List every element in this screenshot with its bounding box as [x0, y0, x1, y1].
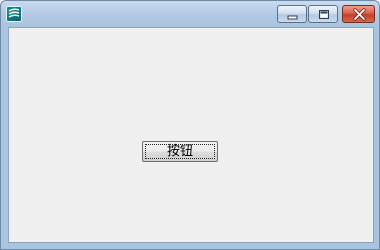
push-button-label: 按钮	[166, 144, 193, 159]
application-window: 按钮	[0, 0, 380, 250]
client-area: 按钮	[8, 27, 374, 243]
title-bar[interactable]	[1, 1, 379, 27]
minimize-button[interactable]	[277, 5, 307, 23]
push-button[interactable]: 按钮	[142, 141, 218, 162]
maximize-button[interactable]	[308, 5, 338, 23]
app-icon[interactable]	[6, 6, 22, 22]
close-button[interactable]	[342, 5, 375, 23]
